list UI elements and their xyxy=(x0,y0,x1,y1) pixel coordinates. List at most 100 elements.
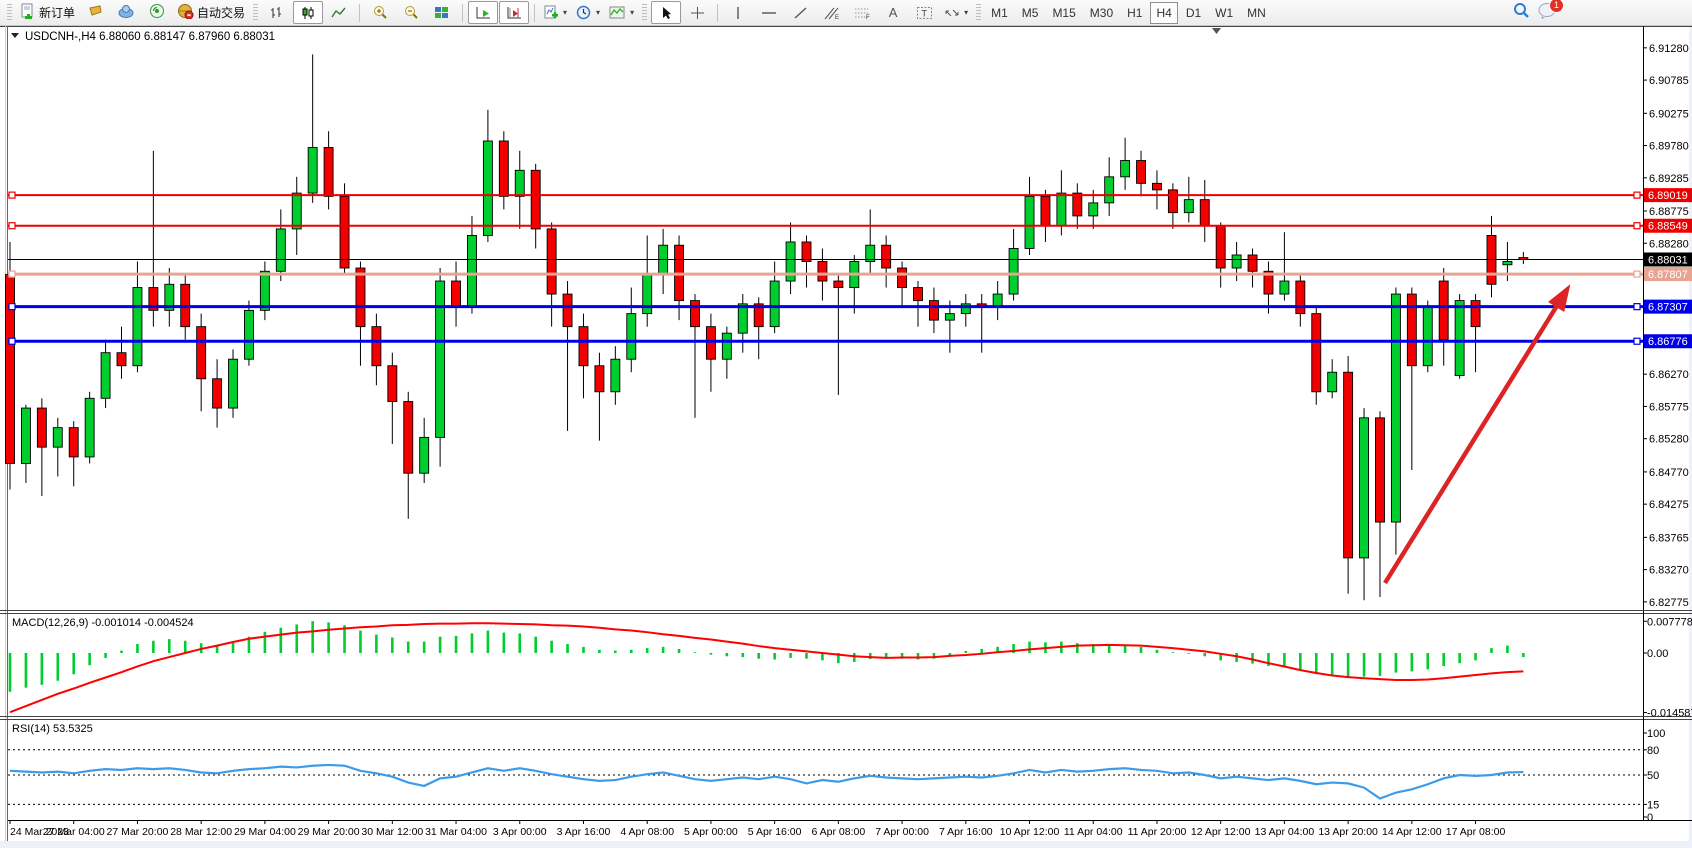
horizontal-line-tool-button[interactable] xyxy=(754,1,784,24)
text-tool-button[interactable]: A xyxy=(878,1,908,24)
svg-text:F: F xyxy=(866,15,870,20)
blue-cloud-icon xyxy=(118,3,134,22)
line-handle[interactable] xyxy=(1634,271,1640,277)
search-icon[interactable] xyxy=(1513,2,1530,24)
rsi-label: RSI(14) 53.5325 xyxy=(12,723,93,735)
bar-chart-icon xyxy=(269,6,285,20)
zoom-out-button[interactable] xyxy=(396,1,426,24)
chart-window[interactable]: 6.890196.885496.880316.878076.873076.867… xyxy=(0,26,1692,848)
line-handle[interactable] xyxy=(9,338,15,344)
svg-text:6.82775: 6.82775 xyxy=(1649,597,1689,609)
svg-text:6.84275: 6.84275 xyxy=(1649,499,1689,511)
fibonacci-tool-button[interactable]: F xyxy=(847,1,877,24)
crosshair-tool-button[interactable] xyxy=(682,1,712,24)
chart-shift-button[interactable] xyxy=(499,1,529,24)
auto-trading-button[interactable]: 自动交易 xyxy=(173,1,249,24)
svg-text:50: 50 xyxy=(1647,770,1659,782)
svg-text:13 Apr 20:00: 13 Apr 20:00 xyxy=(1318,826,1378,838)
svg-text:-0.014587: -0.014587 xyxy=(1647,708,1692,720)
line-handle[interactable] xyxy=(9,192,15,198)
line-chart-icon xyxy=(331,6,347,20)
svg-text:28 Mar 12:00: 28 Mar 12:00 xyxy=(170,826,232,838)
toolbar-right-icons: 1 xyxy=(1513,1,1557,24)
candlestick-chart-icon xyxy=(300,6,316,20)
timeframe-group: M1M5M15M30H1H4D1W1MN xyxy=(985,2,1272,24)
line-chart-button[interactable] xyxy=(324,1,354,24)
equidistant-channel-icon: E xyxy=(823,6,840,20)
svg-text:E: E xyxy=(835,15,839,20)
zoom-in-icon xyxy=(372,5,388,20)
svg-text:6.90785: 6.90785 xyxy=(1649,75,1689,87)
bar-chart-button[interactable] xyxy=(262,1,292,24)
svg-text:10 Apr 12:00: 10 Apr 12:00 xyxy=(1000,826,1060,838)
svg-text:6.85280: 6.85280 xyxy=(1649,434,1689,446)
candlestick-chart-button[interactable] xyxy=(293,1,323,24)
svg-text:6 Apr 08:00: 6 Apr 08:00 xyxy=(812,826,866,838)
timeframe-m5[interactable]: M5 xyxy=(1016,2,1045,24)
toolbar-grip[interactable] xyxy=(976,4,981,22)
line-handle[interactable] xyxy=(1634,304,1640,310)
line-handle[interactable] xyxy=(1634,338,1640,344)
dropdown-caret: ▾ xyxy=(563,8,567,17)
new-order-button[interactable]: 新订单 xyxy=(16,1,79,24)
tile-windows-icon xyxy=(434,6,450,20)
timeframe-m30[interactable]: M30 xyxy=(1084,2,1119,24)
timeframe-mn[interactable]: MN xyxy=(1241,2,1272,24)
timeframe-h1[interactable]: H1 xyxy=(1121,2,1148,24)
svg-text:6.83765: 6.83765 xyxy=(1649,532,1689,544)
line-handle[interactable] xyxy=(1634,192,1640,198)
horizontal-line-icon xyxy=(761,6,777,20)
vertical-line-tool-button[interactable] xyxy=(723,1,753,24)
svg-text:6.87807: 6.87807 xyxy=(1648,269,1688,281)
trendline-tool-button[interactable] xyxy=(785,1,815,24)
auto-scroll-icon xyxy=(475,6,492,20)
arrows-tool-button[interactable]: ▾ xyxy=(940,1,972,24)
channel-tool-button[interactable]: E xyxy=(816,1,846,24)
template-icon xyxy=(609,6,626,20)
timeframe-h4[interactable]: H4 xyxy=(1150,2,1177,24)
toolbar-grip[interactable] xyxy=(642,4,647,22)
toolbar-grip[interactable] xyxy=(7,4,12,22)
text-label-icon: T xyxy=(916,6,933,20)
zoom-out-icon xyxy=(403,5,419,20)
svg-text:29 Mar 20:00: 29 Mar 20:00 xyxy=(298,826,360,838)
svg-text:T: T xyxy=(921,8,927,18)
dropdown-caret: ▾ xyxy=(964,8,968,17)
timeframe-d1[interactable]: D1 xyxy=(1180,2,1207,24)
svg-text:29 Mar 04:00: 29 Mar 04:00 xyxy=(234,826,296,838)
templates-button[interactable]: ▾ xyxy=(605,1,638,24)
svg-text:6.88549: 6.88549 xyxy=(1648,221,1688,233)
chart-canvas[interactable]: 6.890196.885496.880316.878076.873076.867… xyxy=(0,26,1692,848)
dropdown-caret: ▾ xyxy=(596,8,600,17)
notifications-icon[interactable]: 1 xyxy=(1538,2,1557,24)
svg-text:0.00: 0.00 xyxy=(1647,648,1668,660)
chart-title: USDCNH-,H4 6.88060 6.88147 6.87960 6.880… xyxy=(11,31,275,43)
community-button[interactable] xyxy=(111,1,141,24)
signal-button[interactable] xyxy=(142,1,172,24)
timeframe-w1[interactable]: W1 xyxy=(1209,2,1239,24)
zoom-in-button[interactable] xyxy=(365,1,395,24)
auto-scroll-button[interactable] xyxy=(468,1,498,24)
line-handle[interactable] xyxy=(1634,223,1640,229)
chart-shift-icon xyxy=(506,6,523,20)
signal-icon xyxy=(149,3,165,22)
svg-text:11 Apr 20:00: 11 Apr 20:00 xyxy=(1128,826,1187,838)
periods-button[interactable]: ▾ xyxy=(572,1,604,24)
line-handle[interactable] xyxy=(9,223,15,229)
svg-text:7 Apr 00:00: 7 Apr 00:00 xyxy=(875,826,929,838)
timeframe-m15[interactable]: M15 xyxy=(1046,2,1081,24)
styler-button[interactable] xyxy=(80,1,110,24)
svg-text:6.89019: 6.89019 xyxy=(1648,190,1688,202)
line-handle[interactable] xyxy=(9,271,15,277)
text-label-tool-button[interactable]: T xyxy=(909,1,939,24)
toolbar-grip[interactable] xyxy=(253,4,258,22)
tile-windows-button[interactable] xyxy=(427,1,457,24)
svg-text:100: 100 xyxy=(1647,728,1665,740)
svg-text:4 Apr 08:00: 4 Apr 08:00 xyxy=(620,826,674,838)
new-order-icon xyxy=(20,3,36,22)
notification-badge: 1 xyxy=(1549,0,1564,13)
cursor-tool-button[interactable] xyxy=(651,1,681,24)
line-handle[interactable] xyxy=(9,304,15,310)
timeframe-m1[interactable]: M1 xyxy=(985,2,1014,24)
indicators-button[interactable]: ▾ xyxy=(540,1,571,24)
